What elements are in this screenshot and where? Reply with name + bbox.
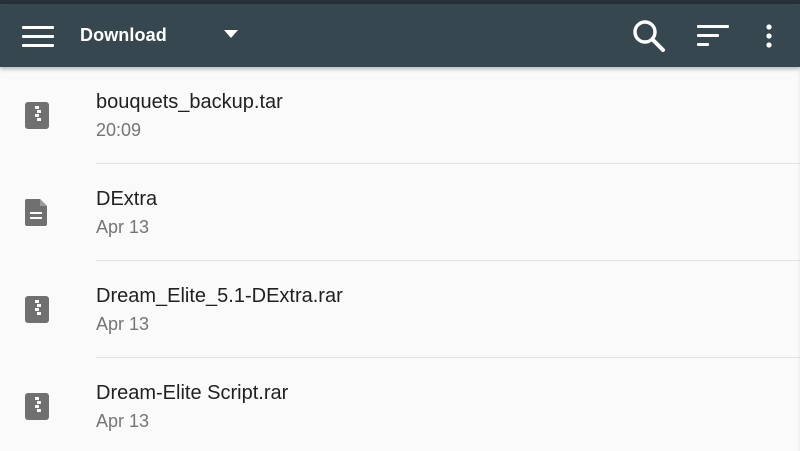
file-date: Apr 13 [96, 217, 150, 237]
document-icon [25, 199, 47, 226]
file-row[interactable]: bouquets_backup.tar 20:09 [0, 67, 800, 164]
file-row[interactable]: DExtra Apr 13 [0, 164, 800, 261]
file-manager-app: Download bouquets_backup.tar 20:09 DExtr… [0, 0, 800, 451]
file-name: Dream-Elite Script.rar [96, 382, 289, 404]
file-date: Apr 13 [96, 411, 150, 431]
file-row[interactable]: Dream-Elite Script.rar Apr 13 [0, 358, 800, 451]
sort-icon [697, 24, 729, 46]
hamburger-menu-icon [22, 25, 54, 47]
top-toolbar: Download [0, 4, 800, 67]
more-vert-icon [766, 23, 772, 48]
folder-dropdown[interactable]: Download [80, 4, 250, 67]
sort-button[interactable] [686, 4, 740, 67]
menu-button[interactable] [10, 4, 66, 67]
file-date: Apr 13 [96, 314, 150, 334]
file-list: bouquets_backup.tar 20:09 DExtra Apr 13 [0, 67, 800, 451]
archive-icon [25, 102, 49, 129]
file-name: DExtra [96, 188, 158, 210]
file-date: 20:09 [96, 120, 142, 140]
more-options-button[interactable] [748, 4, 790, 67]
file-row[interactable]: Dream_Elite_5.1-DExtra.rar Apr 13 [0, 261, 800, 358]
archive-icon [25, 296, 49, 323]
search-icon [633, 19, 665, 52]
search-button[interactable] [624, 4, 674, 67]
dropdown-arrow-icon [224, 30, 238, 38]
folder-title: Download [80, 25, 167, 45]
file-name: bouquets_backup.tar [96, 91, 283, 113]
file-name: Dream_Elite_5.1-DExtra.rar [96, 285, 343, 307]
archive-icon [25, 393, 49, 420]
